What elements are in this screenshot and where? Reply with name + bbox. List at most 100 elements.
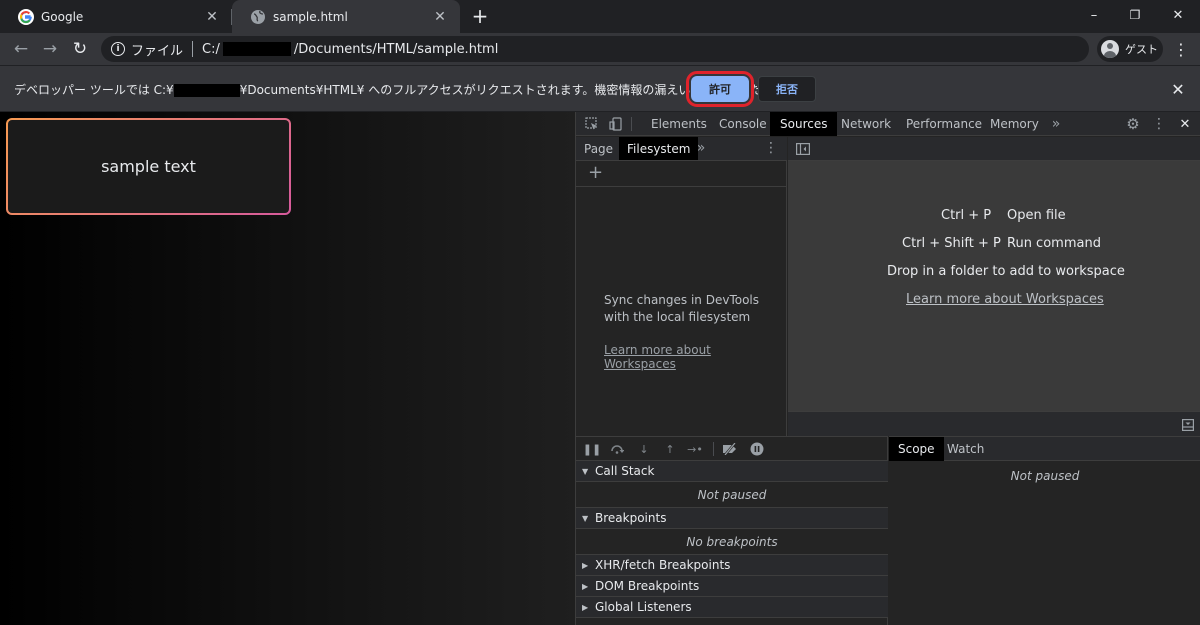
pause-icon[interactable]: ❚❚ — [583, 441, 601, 457]
expanded-triangle-icon: ▼ — [582, 466, 589, 476]
infobar-message: デベロッパー ツールでは C:¥ ¥Documents¥HTML¥ へのフルアクセ… — [14, 81, 798, 98]
add-folder-icon[interactable]: + — [588, 162, 603, 183]
more-tabs-icon[interactable]: » — [692, 139, 710, 157]
profile-button[interactable]: ゲスト — [1097, 36, 1163, 62]
tab-performance[interactable]: Performance — [896, 112, 992, 136]
sync-message: Sync changes in DevTools with the local … — [604, 293, 760, 324]
redacted-block — [222, 42, 291, 56]
drop-folder-text: Drop in a folder to add to workspace — [887, 264, 1125, 279]
deny-button[interactable]: 拒否 — [758, 76, 816, 102]
shortcut-keys: Ctrl + P — [941, 208, 992, 223]
tab-network[interactable]: Network — [831, 112, 901, 136]
profile-label: ゲスト — [1125, 43, 1158, 56]
expanded-triangle-icon: ▼ — [582, 513, 589, 523]
step-over-icon[interactable] — [609, 441, 625, 457]
debugger-pane: ❚❚ ↓ ↑ →• ▼ Call Stack Not paused ▼ Brea… — [576, 436, 888, 625]
allow-button[interactable]: 許可 — [691, 76, 749, 102]
avatar-icon — [1101, 40, 1119, 58]
tab-memory[interactable]: Memory — [980, 112, 1049, 136]
kebab-menu-icon[interactable]: ⋮ — [762, 139, 780, 157]
divider — [631, 117, 632, 131]
xhr-breakpoints-header[interactable]: ▶ XHR/fetch Breakpoints — [576, 555, 888, 576]
globe-icon — [251, 9, 265, 24]
call-stack-header[interactable]: ▼ Call Stack — [576, 461, 888, 482]
redacted-block — [173, 84, 240, 97]
tab-sample-html[interactable]: sample.html ✕ — [232, 0, 460, 33]
shortcut-action: Run command — [1007, 236, 1101, 251]
window-close-button[interactable]: ✕ — [1156, 0, 1200, 30]
tab-page[interactable]: Page — [576, 137, 621, 160]
learn-more-link[interactable]: Learn more about Workspaces — [604, 343, 786, 371]
section-title: Global Listeners — [595, 600, 692, 614]
collapsed-triangle-icon: ▶ — [582, 560, 589, 570]
toggle-navigator-icon[interactable] — [794, 140, 812, 158]
device-toolbar-icon[interactable] — [607, 115, 625, 133]
navigator-tabs: Page Filesystem » ⋮ — [576, 137, 787, 161]
close-icon[interactable]: ✕ — [1176, 115, 1194, 133]
minimize-button[interactable]: – — [1072, 0, 1116, 30]
add-folder-row: + — [576, 161, 787, 187]
step-out-icon[interactable]: ↑ — [662, 441, 678, 457]
tab-elements[interactable]: Elements — [641, 112, 717, 136]
kebab-menu-icon[interactable]: ⋮ — [1150, 115, 1168, 133]
global-listeners-header[interactable]: ▶ Global Listeners — [576, 597, 888, 618]
section-title: DOM Breakpoints — [595, 579, 700, 593]
scope-status: Not paused — [1010, 469, 1080, 483]
tab-watch[interactable]: Watch — [938, 437, 993, 461]
browser-toolbar: ← → ↻ i ファイル C:/ /Documents/HTML/sample.… — [0, 33, 1200, 65]
inspect-element-icon[interactable] — [583, 115, 601, 133]
url-prefix: C:/ — [202, 41, 220, 57]
editor-pane: Ctrl + P Open file Ctrl + Shift + P Run … — [788, 137, 1200, 436]
scheme-label: ファイル — [131, 43, 184, 59]
tab-strip: Google ✕ sample.html ✕ + – ❐ ✕ — [0, 0, 1200, 33]
info-icon[interactable]: i — [111, 42, 125, 56]
step-into-icon[interactable]: ↓ — [636, 441, 652, 457]
editor-footer — [788, 411, 1200, 436]
google-icon — [18, 8, 34, 25]
more-tabs-icon[interactable]: » — [1047, 115, 1065, 133]
page-viewport: sample text — [0, 112, 575, 625]
close-icon[interactable]: ✕ — [204, 9, 220, 25]
tab-google[interactable]: Google ✕ — [0, 0, 232, 33]
scope-pane: Scope Watch Not paused — [889, 436, 1200, 625]
breakpoints-header[interactable]: ▼ Breakpoints — [576, 508, 888, 529]
kebab-menu-icon[interactable]: ⋮ — [1170, 38, 1192, 60]
breakpoints-status: No breakpoints — [576, 529, 888, 555]
forward-arrow-icon[interactable]: → — [37, 36, 63, 62]
address-bar[interactable]: i ファイル C:/ /Documents/HTML/sample.html — [101, 36, 1089, 62]
message-prefix: デベロッパー ツールでは C:¥ — [14, 83, 174, 97]
collapsed-triangle-icon: ▶ — [582, 602, 589, 612]
tab-title: Google — [41, 9, 84, 24]
debugger-toolbar: ❚❚ ↓ ↑ →• — [576, 437, 888, 461]
toggle-debugger-icon[interactable] — [1179, 416, 1197, 434]
tab-console[interactable]: Console — [709, 112, 777, 136]
gear-icon[interactable]: ⚙ — [1124, 115, 1142, 133]
close-icon[interactable]: ✕ — [1168, 79, 1188, 99]
close-icon[interactable]: ✕ — [432, 9, 448, 25]
tab-scope[interactable]: Scope — [889, 437, 944, 461]
reload-icon[interactable]: ↻ — [67, 36, 93, 62]
url-suffix: /Documents/HTML/sample.html — [293, 41, 499, 57]
tab-title: sample.html — [273, 9, 348, 24]
divider — [713, 442, 714, 456]
scope-tabs: Scope Watch — [889, 437, 1200, 461]
deactivate-breakpoints-icon[interactable] — [722, 441, 738, 457]
step-icon[interactable]: →• — [687, 441, 703, 457]
divider — [192, 41, 194, 57]
devtools-permission-infobar: デベロッパー ツールでは C:¥ ¥Documents¥HTML¥ へのフルアクセ… — [0, 65, 1200, 112]
new-tab-button[interactable]: + — [468, 4, 492, 28]
pause-on-exceptions-icon[interactable] — [749, 441, 765, 457]
shortcut-keys: Ctrl + Shift + P — [902, 236, 1001, 251]
tab-filesystem[interactable]: Filesystem — [619, 137, 699, 160]
section-title: Breakpoints — [595, 511, 667, 525]
shortcut-action: Open file — [1007, 208, 1066, 223]
restore-button[interactable]: ❐ — [1113, 0, 1157, 30]
navigator-pane: Page Filesystem » ⋮ + Sync changes in De… — [576, 137, 787, 436]
sample-box: sample text — [6, 118, 291, 215]
learn-more-link[interactable]: Learn more about Workspaces — [906, 292, 1104, 307]
section-title: Call Stack — [595, 464, 655, 478]
tab-sources[interactable]: Sources — [770, 112, 838, 136]
back-arrow-icon[interactable]: ← — [8, 36, 34, 62]
dom-breakpoints-header[interactable]: ▶ DOM Breakpoints — [576, 576, 888, 597]
collapsed-triangle-icon: ▶ — [582, 581, 589, 591]
